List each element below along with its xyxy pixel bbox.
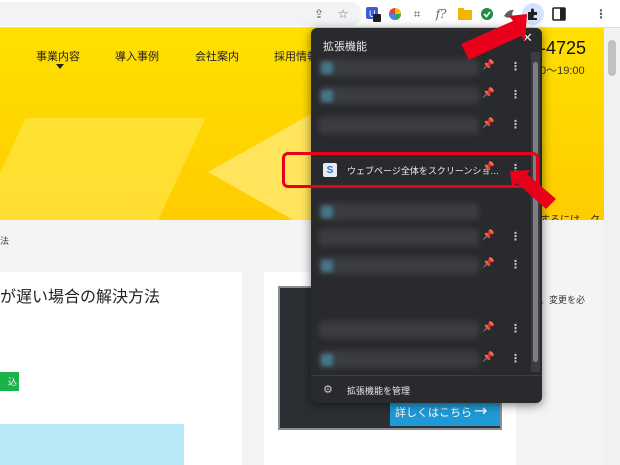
blurred-extension [319,117,479,134]
gear-icon: ⚙ [323,383,333,396]
blurred-extension [319,321,479,338]
pin-icon[interactable]: 📌 [482,352,494,363]
nav-item-services[interactable]: 事業内容 [36,48,80,64]
extension-row[interactable]: 📌 ⋮ [311,224,533,252]
extension-icon [321,62,333,74]
more-icon[interactable]: ⋮ [510,322,521,335]
color-wheel-icon[interactable] [386,5,404,23]
sidebar-icon[interactable] [550,5,568,23]
share-icon[interactable]: ⇪ [310,5,328,23]
blurred-extension [319,257,479,274]
more-icon[interactable]: ⋮ [510,258,521,271]
article-title: が遅い場合の解決方法 [0,287,161,306]
crop-icon[interactable]: ⌗ [408,5,426,23]
annotation-arrow-icon [461,14,527,60]
blurred-extension [319,87,479,104]
blurred-extension [319,229,479,246]
annotation-arrow-icon [510,170,556,209]
manage-extensions-link[interactable]: 拡張機能を管理 [347,384,410,397]
pin-icon[interactable]: 📌 [482,258,494,269]
pin-icon[interactable]: 📌 [482,230,494,241]
extension-row[interactable]: 📌 ⋮ [311,112,533,140]
extensions-popup: 拡張機能 ✕ 📌 ⋮ 📌 ⋮ 📌 ⋮ S ウェブページ全体をスクリーンショ...… [311,28,542,403]
extension-row[interactable]: 📌 ⋮ [311,316,533,344]
more-icon[interactable]: ⋮ [510,118,521,131]
popup-title: 拡張機能 [323,40,367,53]
pin-icon[interactable]: 📌 [482,322,494,333]
extension-row[interactable]: 📌 ⋮ [311,346,533,374]
more-icon[interactable]: ⋮ [510,352,521,365]
extension-badge-icon[interactable]: U [364,5,382,23]
more-icon[interactable]: ⋮ [510,230,521,243]
chevron-down-icon [56,64,64,69]
extension-row[interactable]: 📌 ⋮ [311,82,533,110]
divider [311,375,542,376]
breadcrumb[interactable]: 法 [0,234,9,247]
more-icon[interactable]: ⋮ [592,5,610,23]
nav-item-cases[interactable]: 導入事例 [115,48,159,64]
more-icon[interactable]: ⋮ [510,88,521,101]
extension-row[interactable]: 📌 ⋮ [311,252,533,280]
phone-number: -4725 [540,38,587,58]
extension-icon [321,260,333,272]
address-bar[interactable] [0,2,362,26]
nav-item-company[interactable]: 会社案内 [195,48,239,64]
apply-button[interactable]: 込 [0,372,19,391]
page-scroll-thumb[interactable] [608,40,616,76]
page-scrollbar[interactable] [604,28,620,465]
side-snippet: 、変更を必 [540,296,586,306]
star-icon[interactable]: ☆ [334,5,352,23]
pin-icon[interactable]: 📌 [482,118,494,129]
extension-icon [321,90,333,102]
article-image [0,424,184,465]
arrow-right-icon: → [474,401,488,420]
hero-decoration [0,118,206,220]
business-hours: 0～19:00 [540,65,585,77]
pin-icon[interactable]: 📌 [482,88,494,99]
formula-icon[interactable]: f? [432,5,450,23]
extension-icon [321,206,333,218]
extension-icon [321,354,333,366]
blurred-extension [319,351,479,368]
details-button-label: 詳しくはこちら [395,406,472,419]
blurred-extension [319,203,479,220]
